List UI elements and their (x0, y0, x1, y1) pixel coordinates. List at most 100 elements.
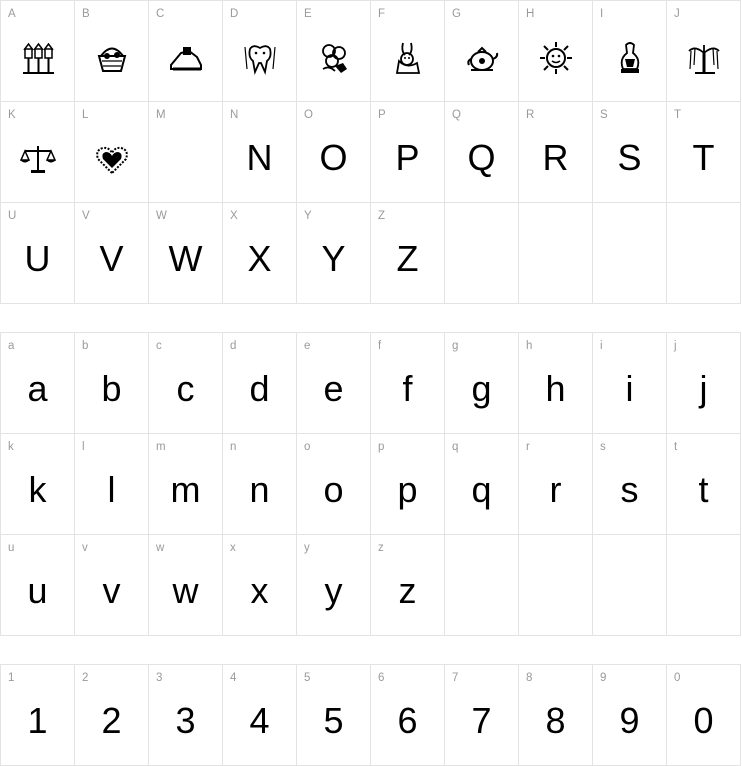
digit-cell: 44 (223, 665, 297, 766)
lowercase-grid: aabbccddeeffgghhiijjkkllmmnnooppqqrrsstt… (0, 332, 741, 636)
uppercase-cell: L (75, 102, 149, 203)
glyph-preview: 4 (249, 700, 270, 741)
sun-face-icon (539, 42, 572, 74)
key-label: k (8, 441, 14, 453)
uppercase-grid: ABCDEFGHIJKLMNNOOPPQQRRSSTTUUVVWWXXYYZZ (0, 0, 741, 304)
key-label: G (452, 8, 461, 20)
key-label: N (230, 109, 239, 121)
digit-cell: 99 (593, 665, 667, 766)
basket-icon (97, 47, 126, 72)
glyph-preview: w (172, 570, 199, 611)
lowercase-cell: ll (75, 434, 149, 535)
lowercase-cell: hh (519, 333, 593, 434)
glyph-preview: Q (467, 137, 496, 178)
key-label: 2 (82, 672, 89, 684)
key-label: n (230, 441, 237, 453)
glyph-preview: d (249, 368, 270, 409)
key-label: C (156, 8, 165, 20)
lowercase-cell: oo (297, 434, 371, 535)
glyph-preview: p (397, 469, 418, 510)
glyph-preview: g (471, 368, 492, 409)
lowercase-cell: ss (593, 434, 667, 535)
glyph-preview: y (324, 570, 343, 611)
key-label: U (8, 210, 17, 222)
glyph-preview: 9 (619, 700, 640, 741)
glyph-preview: z (398, 570, 417, 611)
key-label: r (526, 441, 530, 453)
glyph-preview: 5 (323, 700, 344, 741)
uppercase-cell: G (445, 1, 519, 102)
glyph-preview: 6 (397, 700, 418, 741)
digit-cell: 88 (519, 665, 593, 766)
tooth-icon (243, 45, 276, 76)
glyph-preview: X (247, 238, 272, 279)
glyph-preview: o (323, 469, 344, 510)
lowercase-cell: rr (519, 434, 593, 535)
key-label: V (82, 210, 90, 222)
empty-cell (593, 535, 667, 636)
lowercase-cell: tt (667, 434, 741, 535)
lowercase-cell: ff (371, 333, 445, 434)
uppercase-cell: SS (593, 102, 667, 203)
glyph-preview: 0 (693, 700, 714, 741)
key-label: W (156, 210, 167, 222)
key-label: l (82, 441, 85, 453)
key-label: S (600, 109, 608, 121)
key-label: 8 (526, 672, 533, 684)
key-label: E (304, 8, 312, 20)
key-label: g (452, 340, 459, 352)
key-label: q (452, 441, 459, 453)
key-label: F (378, 8, 386, 20)
lowercase-cell: xx (223, 535, 297, 636)
glyph-preview: x (250, 570, 269, 611)
willow-tree-icon (687, 45, 720, 74)
key-label: h (526, 340, 533, 352)
glyph-preview: c (176, 368, 195, 409)
glyph-preview: W (168, 238, 203, 279)
glyph-preview: h (545, 368, 566, 409)
glyph-preview: k (28, 469, 47, 510)
lowercase-cell: gg (445, 333, 519, 434)
key-label: Z (378, 210, 386, 222)
key-label: D (230, 8, 239, 20)
key-label: 5 (304, 672, 311, 684)
glyph-preview: u (27, 570, 48, 611)
key-label: u (8, 542, 15, 554)
teapot-icon (466, 46, 498, 71)
glyph-preview: V (99, 238, 124, 279)
key-label: X (230, 210, 238, 222)
key-label: 1 (8, 672, 15, 684)
glyph-preview: s (620, 469, 639, 510)
glyph-preview: 2 (101, 700, 122, 741)
glyph-preview: q (471, 469, 492, 510)
glyph-preview: Z (396, 238, 419, 279)
uppercase-cell: RR (519, 102, 593, 203)
key-label: 0 (674, 672, 681, 684)
key-label: 4 (230, 672, 237, 684)
lowercase-cell: vv (75, 535, 149, 636)
empty-cell (667, 203, 741, 304)
uppercase-cell: WW (149, 203, 223, 304)
flower-icon (321, 44, 347, 73)
digit-cell: 11 (1, 665, 75, 766)
digits-grid: 11223344556677889900 (0, 664, 741, 766)
lowercase-cell: uu (1, 535, 75, 636)
empty-cell (519, 203, 593, 304)
key-label: t (674, 441, 678, 453)
hand-icon (169, 47, 202, 71)
key-label: s (600, 441, 606, 453)
glyph-preview: Y (321, 238, 346, 279)
key-label: K (8, 109, 16, 121)
lowercase-cell: kk (1, 434, 75, 535)
glyph-preview: 1 (27, 700, 48, 741)
digit-cell: 33 (149, 665, 223, 766)
key-label: I (600, 8, 604, 20)
lowercase-cell: dd (223, 333, 297, 434)
glyph-preview: S (617, 137, 642, 178)
empty-cell (445, 535, 519, 636)
uppercase-cell: B (75, 1, 149, 102)
glyph-preview: n (249, 469, 270, 510)
key-label: 7 (452, 672, 459, 684)
lowercase-cell: nn (223, 434, 297, 535)
glyph-preview: O (319, 137, 348, 178)
